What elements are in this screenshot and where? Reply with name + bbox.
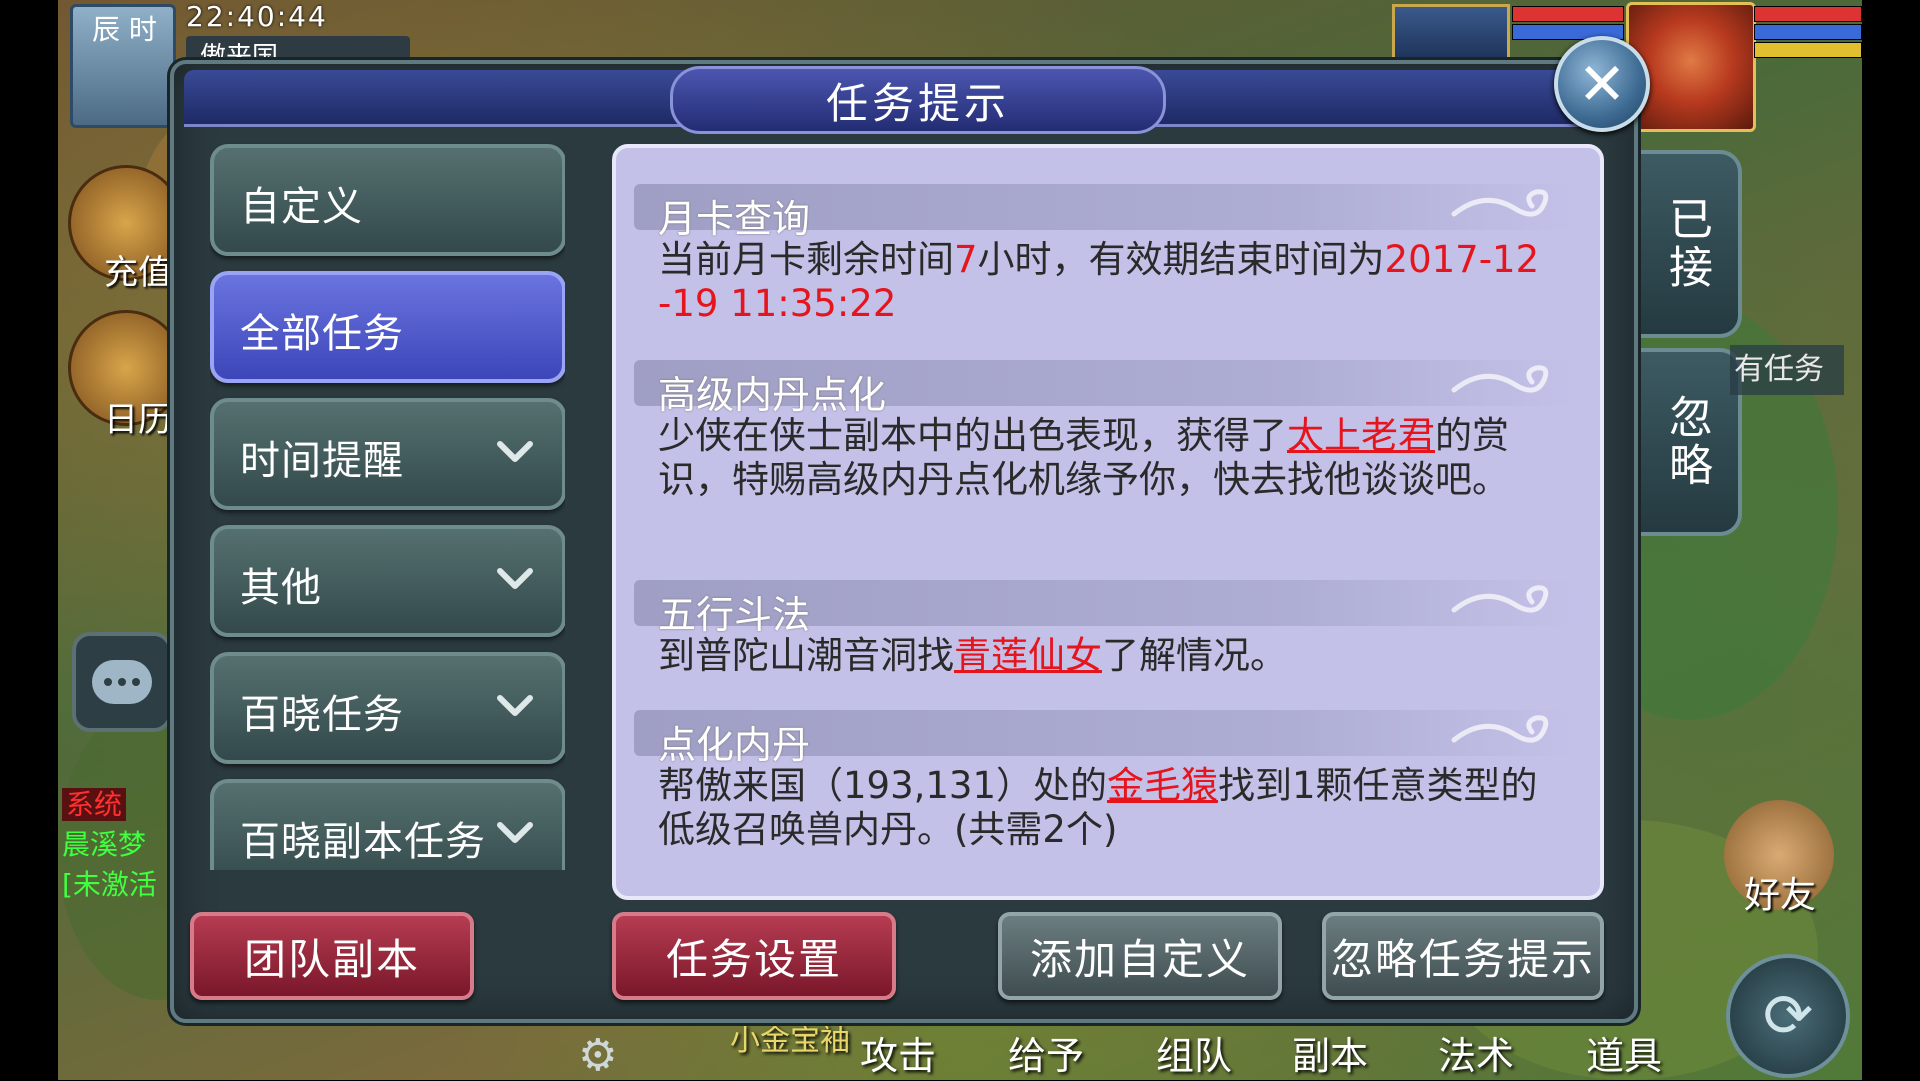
dialog-title: 任务提示 bbox=[825, 78, 1010, 128]
task-category-list[interactable]: 自定义 全部任务 时间提醒 其他 百晓任务 百晓副本任务 bbox=[210, 140, 565, 870]
task-title: 五行斗法 bbox=[658, 593, 811, 637]
chevron-down-icon bbox=[490, 680, 540, 730]
task-settings-button[interactable]: 任务设置 bbox=[612, 912, 896, 1000]
chevron-down-icon bbox=[490, 553, 540, 603]
task-description: 当前月卡剩余时间7小时，有效期结束时间为2017-12-19 11:35:22 bbox=[634, 230, 1574, 326]
task-description: 帮傲来国（193,131）处的金毛猿找到1颗任意类型的低级召唤兽内丹。(共需2个… bbox=[634, 756, 1574, 852]
category-all-tasks[interactable]: 全部任务 bbox=[210, 271, 565, 383]
category-label: 时间提醒 bbox=[240, 438, 404, 484]
close-icon[interactable]: ✕ bbox=[1554, 36, 1650, 132]
cloud-swirl-icon bbox=[1451, 365, 1549, 393]
gear-icon[interactable]: ⚙ bbox=[578, 1030, 617, 1081]
chat-line: 晨溪梦 bbox=[62, 828, 147, 861]
task-description: 少侠在侠士副本中的出色表现，获得了太上老君的赏识，特赐高级内丹点化机缘予你，快去… bbox=[634, 406, 1574, 502]
task-entry-header: 月卡查询 bbox=[634, 184, 1574, 241]
task-text: 小时，有效期结束时间为 bbox=[977, 238, 1385, 281]
task-title: 月卡查询 bbox=[658, 197, 811, 241]
cloud-swirl-icon bbox=[1451, 585, 1549, 613]
task-text: 到普陀山潮音洞找 bbox=[658, 634, 954, 677]
bottom-menu-attack[interactable]: 攻击 bbox=[860, 1025, 936, 1080]
cloud-swirl-icon bbox=[1451, 715, 1549, 743]
category-label: 其他 bbox=[240, 565, 322, 611]
task-highlight-text: 7 bbox=[954, 238, 978, 281]
category-label: 自定义 bbox=[240, 184, 363, 230]
dialog-title-cap: 任务提示 bbox=[670, 66, 1166, 134]
task-title: 高级内丹点化 bbox=[658, 373, 887, 417]
chat-preview[interactable]: 系统 晨溪梦 [未激活 bbox=[62, 785, 157, 905]
category-baixiao-tasks[interactable]: 百晓任务 bbox=[210, 652, 565, 764]
pet-hp-bar bbox=[1512, 6, 1624, 22]
character-hp-bar bbox=[1754, 6, 1862, 22]
task-title: 点化内丹 bbox=[658, 723, 811, 767]
task-entry-header: 五行斗法 bbox=[634, 580, 1574, 637]
chat-bubble-icon bbox=[92, 660, 152, 704]
character-sp-bar bbox=[1754, 42, 1862, 58]
task-entry: 高级内丹点化 少侠在侠士副本中的出色表现，获得了太上老君的赏识，特赐高级内丹点化… bbox=[634, 360, 1574, 502]
category-baixiao-dungeon-tasks[interactable]: 百晓副本任务 bbox=[210, 779, 565, 870]
chat-system-tag: 系统 bbox=[62, 788, 127, 821]
cloud-swirl-icon bbox=[1451, 189, 1549, 217]
recharge-label[interactable]: 充值 bbox=[104, 245, 172, 294]
chevron-down-icon bbox=[490, 426, 540, 476]
category-custom[interactable]: 自定义 bbox=[210, 144, 565, 256]
task-content-panel[interactable]: 月卡查询 当前月卡剩余时间7小时，有效期结束时间为2017-12-19 11:3… bbox=[612, 144, 1604, 900]
bottom-menu-dungeon[interactable]: 副本 bbox=[1292, 1025, 1368, 1080]
friend-label[interactable]: 好友 bbox=[1744, 866, 1816, 918]
task-entry: 点化内丹 帮傲来国（193,131）处的金毛猿找到1颗任意类型的低级召唤兽内丹。… bbox=[634, 710, 1574, 852]
team-dungeon-button[interactable]: 团队副本 bbox=[190, 912, 474, 1000]
chat-line: [未激活 bbox=[62, 868, 157, 901]
dialog-title-bar: 任务提示 bbox=[184, 66, 1620, 134]
task-entry-header: 点化内丹 bbox=[634, 710, 1574, 767]
ignore-task-tips-button[interactable]: 忽略任务提示 bbox=[1322, 912, 1604, 1000]
character-mp-bar bbox=[1754, 24, 1862, 40]
task-entry-header: 高级内丹点化 bbox=[634, 360, 1574, 417]
category-label: 百晓副本任务 bbox=[240, 819, 486, 865]
bottom-menu-give[interactable]: 给予 bbox=[1008, 1025, 1084, 1080]
add-custom-button[interactable]: 添加自定义 bbox=[998, 912, 1282, 1000]
task-entry: 五行斗法 到普陀山潮音洞找青莲仙女了解情况。 bbox=[634, 580, 1574, 678]
tab-ignored-tasks[interactable]: 忽略 bbox=[1634, 348, 1742, 536]
clock-time: 22:40:44 bbox=[186, 0, 328, 33]
category-label: 百晓任务 bbox=[240, 692, 404, 738]
bottom-menu-spell[interactable]: 法术 bbox=[1438, 1025, 1514, 1080]
category-other[interactable]: 其他 bbox=[210, 525, 565, 637]
bottom-menu-items[interactable]: 道具 bbox=[1586, 1025, 1662, 1080]
task-entry: 月卡查询 当前月卡剩余时间7小时，有效期结束时间为2017-12-19 11:3… bbox=[634, 184, 1574, 326]
npc-link[interactable]: 太上老君 bbox=[1287, 414, 1435, 457]
task-tracker-hint[interactable]: 有任务 bbox=[1730, 345, 1844, 395]
npc-link[interactable]: 青莲仙女 bbox=[954, 634, 1102, 677]
task-text: 少侠在侠士副本中的出色表现，获得了 bbox=[658, 414, 1287, 457]
chat-button[interactable] bbox=[72, 632, 172, 732]
category-time-reminder[interactable]: 时间提醒 bbox=[210, 398, 565, 510]
task-text: 当前月卡剩余时间 bbox=[658, 238, 954, 281]
bottom-menu-team[interactable]: 组队 bbox=[1156, 1025, 1232, 1080]
tab-accepted-tasks[interactable]: 已接 bbox=[1634, 150, 1742, 338]
refresh-icon[interactable]: ⟳ bbox=[1726, 954, 1850, 1078]
chevron-down-icon bbox=[490, 807, 540, 857]
game-period-label: 辰 时 bbox=[92, 13, 157, 46]
npc-link[interactable]: 金毛猿 bbox=[1107, 764, 1218, 807]
calendar-label[interactable]: 日历 bbox=[104, 392, 172, 441]
task-text: 了解情况。 bbox=[1102, 634, 1287, 677]
pet-portrait[interactable] bbox=[1392, 4, 1510, 68]
category-label: 全部任务 bbox=[240, 311, 404, 357]
task-text: 帮傲来国（193,131）处的 bbox=[658, 764, 1108, 807]
